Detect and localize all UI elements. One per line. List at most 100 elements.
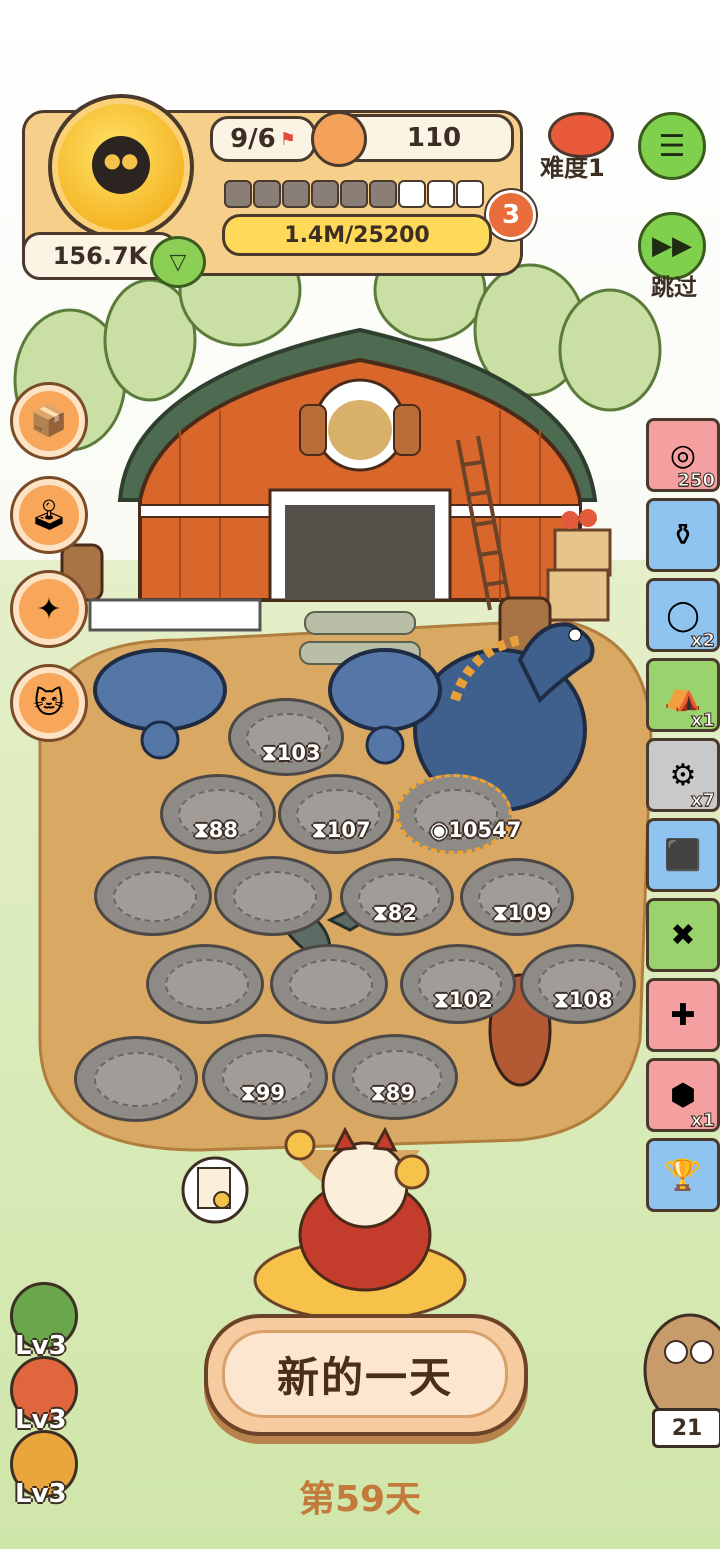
- quest-scroll-icon[interactable]: [181, 1156, 249, 1224]
- jar-icon: ⚱: [670, 517, 696, 553]
- item-slot[interactable]: ⬢ x1: [646, 1058, 720, 1132]
- item-slot[interactable]: ✚: [646, 978, 720, 1052]
- hourglass-icon: ⧗: [493, 901, 508, 925]
- plot-timer-value: 108: [568, 988, 613, 1012]
- level-label: Lv3: [15, 1479, 67, 1509]
- joystick-icon: 🕹: [29, 497, 69, 533]
- coin-count: 156.7K: [52, 242, 148, 270]
- plot-timer: ⧗99: [241, 1081, 285, 1106]
- egg-plot[interactable]: ⧗107: [278, 774, 394, 854]
- plot-timer: ⧗82: [373, 901, 417, 926]
- food-count: 110: [406, 123, 462, 153]
- item-slot[interactable]: ◎ 250: [646, 418, 720, 492]
- item-count: x2: [690, 630, 715, 652]
- level-segment: [427, 180, 455, 208]
- food-bowl-icon: [311, 111, 367, 167]
- hourglass-icon: ⧗: [241, 1081, 256, 1105]
- flag-icon: ⚑: [279, 128, 296, 150]
- plot-stones: [112, 870, 198, 923]
- plot-timer: ◉10547: [430, 818, 521, 842]
- egg-plot[interactable]: ⧗108: [520, 944, 636, 1024]
- plot-timer-value: 109: [507, 901, 552, 925]
- item-slot[interactable]: 🏆: [646, 1138, 720, 1212]
- level-segment: [253, 180, 281, 208]
- progress-bar: 1.4M/25200: [222, 214, 492, 256]
- plot-timer: ⧗103: [262, 741, 321, 766]
- coin-dropdown-button[interactable]: ▽: [150, 236, 206, 288]
- hourglass-icon: ⧗: [554, 988, 569, 1012]
- plot-stones: [164, 958, 250, 1011]
- level-skill-badge[interactable]: Lv3: [10, 1282, 78, 1361]
- plot-stones: [232, 870, 318, 923]
- level-skill-badge[interactable]: Lv3: [10, 1430, 78, 1509]
- plot-stones: [93, 1051, 183, 1107]
- menu-icon: ☰: [658, 128, 686, 164]
- level-segment: [398, 180, 426, 208]
- item-slot[interactable]: ⚱: [646, 498, 720, 572]
- empty-plot[interactable]: [270, 944, 388, 1024]
- empty-plot[interactable]: [146, 944, 264, 1024]
- egg-plot[interactable]: ◉10547: [396, 774, 521, 854]
- lucky-cat-button[interactable]: 🐱: [10, 664, 88, 742]
- shell-icon: ⬢: [669, 1077, 697, 1113]
- hourglass-icon: ⧗: [371, 1081, 386, 1105]
- empty-plot[interactable]: [94, 856, 212, 936]
- plot-timer-value: 10547: [448, 818, 522, 842]
- plot-timer-value: 82: [387, 901, 417, 925]
- level-skill-badge[interactable]: Lv3: [10, 1356, 78, 1435]
- plot-timer-value: 89: [385, 1081, 415, 1105]
- hourglass-icon: ⧗: [434, 988, 449, 1012]
- egg-plot[interactable]: ⧗88: [160, 774, 276, 854]
- level-segment: [369, 180, 397, 208]
- plot-timer-value: 99: [255, 1081, 285, 1105]
- difficulty-label: 难度1: [540, 154, 605, 182]
- plot-stones: [288, 958, 374, 1011]
- paw-plus-icon: ✚: [670, 997, 696, 1033]
- item-slot[interactable]: ◯ x2: [646, 578, 720, 652]
- trophy-icon: 🏆: [664, 1157, 702, 1193]
- item-slot[interactable]: ⚙ x7: [646, 738, 720, 812]
- item-slot[interactable]: ⛺ x1: [646, 658, 720, 732]
- egg-plot[interactable]: ⧗103: [228, 698, 344, 776]
- level-segment: [340, 180, 368, 208]
- wand-button[interactable]: ✦: [10, 570, 88, 648]
- joystick-button[interactable]: 🕹: [10, 476, 88, 554]
- item-count: x1: [690, 710, 715, 732]
- empty-plot[interactable]: [74, 1036, 198, 1122]
- plot-timer: ⧗89: [371, 1081, 415, 1106]
- egg-plot[interactable]: ⧗89: [332, 1034, 458, 1120]
- skip-label: 跳过: [651, 275, 697, 301]
- plot-timer: ⧗108: [554, 988, 613, 1013]
- plot-timer-value: 88: [208, 818, 238, 842]
- menu-button[interactable]: ☰: [638, 112, 706, 180]
- player-avatar[interactable]: ●●: [48, 94, 194, 240]
- progress-text: 1.4M/25200: [284, 222, 430, 248]
- egg-plot[interactable]: ⧗102: [400, 944, 516, 1024]
- storage-box-button[interactable]: 📦: [10, 382, 88, 460]
- item-slot[interactable]: ✖: [646, 898, 720, 972]
- egg-plot[interactable]: ⧗82: [340, 858, 454, 936]
- food-counter: 110: [311, 111, 514, 167]
- item-count: x7: [690, 790, 715, 812]
- new-day-button[interactable]: 新的一天: [204, 1314, 528, 1436]
- plot-timer: ⧗102: [434, 988, 493, 1013]
- fast-forward-icon: ▶▶: [652, 231, 692, 261]
- lucky-cat-icon: 🐱: [33, 685, 65, 721]
- fossil-icon: ◎: [669, 437, 697, 473]
- plot-timer-value: 107: [326, 818, 371, 842]
- plot-timer: ⧗107: [312, 818, 371, 843]
- item-slot[interactable]: ⬛: [646, 818, 720, 892]
- fossil-coin-icon: ◉: [430, 818, 449, 842]
- tent-icon: ⛺: [664, 677, 702, 713]
- flag-counter: 9/6 ⚑: [210, 116, 316, 162]
- level-segment: [311, 180, 339, 208]
- level-segment: [456, 180, 484, 208]
- empty-plot[interactable]: [214, 856, 332, 936]
- flag-count: 9/6: [230, 124, 276, 154]
- egg-plot[interactable]: ⧗99: [202, 1034, 328, 1120]
- tool-icon: ⚙: [669, 757, 697, 793]
- plot-timer-value: 102: [448, 988, 493, 1012]
- level-segment: [282, 180, 310, 208]
- hourglass-icon: ⧗: [194, 818, 209, 842]
- egg-plot[interactable]: ⧗109: [460, 858, 574, 936]
